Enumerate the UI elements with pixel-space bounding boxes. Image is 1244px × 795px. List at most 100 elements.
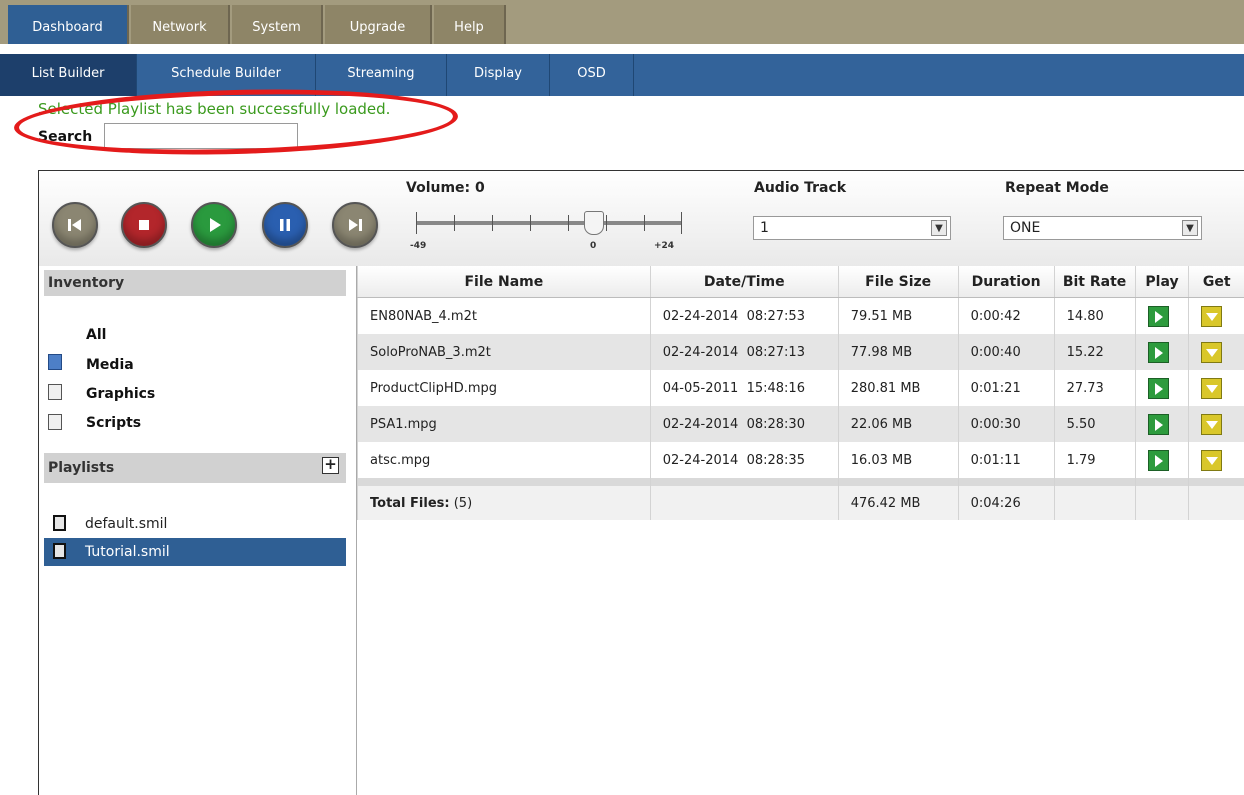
cell-empty — [649, 486, 839, 520]
column-header-bit-rate[interactable]: Bit Rate — [1053, 266, 1136, 298]
subtab-streaming[interactable]: Streaming — [316, 54, 447, 96]
table-row[interactable]: SoloProNAB_3.m2t 02-24-2014 08:27:13 77.… — [357, 334, 1244, 370]
chevron-down-icon[interactable]: ▼ — [931, 220, 947, 236]
inventory-item-scripts[interactable]: Scripts — [86, 415, 141, 431]
slider-tick — [416, 212, 417, 234]
tab-help[interactable]: Help — [434, 5, 506, 44]
cell-bit-rate: 27.73 — [1053, 370, 1136, 406]
cell-duration: 0:00:40 — [957, 334, 1055, 370]
stop-icon[interactable] — [121, 202, 167, 248]
table-row[interactable]: PSA1.mpg 02-24-2014 08:28:30 22.06 MB 0:… — [357, 406, 1244, 442]
playlists-header: Playlists — [44, 453, 346, 483]
cell-file-size: 280.81 MB — [837, 370, 959, 406]
cell-duration: 0:01:21 — [957, 370, 1055, 406]
volume-max-label: +24 — [654, 241, 675, 251]
cell-datetime: 02-24-2014 08:27:53 — [649, 297, 839, 334]
slider-tick — [568, 215, 569, 231]
cell-empty — [1053, 486, 1136, 520]
add-playlist-icon[interactable]: + — [322, 457, 339, 474]
cell-file-size: 79.51 MB — [837, 297, 959, 334]
volume-slider[interactable] — [416, 211, 682, 236]
cell-get — [1188, 370, 1244, 406]
total-files-count: (5) — [453, 495, 473, 511]
pause-icon[interactable] — [262, 202, 308, 248]
cell-play — [1134, 406, 1189, 442]
graphics-icon — [48, 384, 62, 400]
play-icon[interactable] — [1147, 413, 1169, 435]
cell-get — [1188, 406, 1244, 442]
subtab-osd[interactable]: OSD — [550, 54, 634, 96]
inventory-item-graphics[interactable]: Graphics — [86, 386, 155, 402]
cell-get — [1188, 297, 1244, 334]
column-header-get: Get — [1188, 266, 1244, 298]
cell-play — [1134, 297, 1189, 334]
audio-track-select[interactable]: 1 ▼ — [753, 216, 951, 240]
cell-bit-rate: 15.22 — [1053, 334, 1136, 370]
volume-min-label: -49 — [410, 241, 427, 251]
volume-mid-label: 0 — [590, 241, 597, 251]
column-header-file-size[interactable]: File Size — [837, 266, 959, 298]
cell-play — [1134, 334, 1189, 370]
column-header-duration[interactable]: Duration — [957, 266, 1055, 298]
cell-total-size: 476.42 MB — [837, 486, 959, 520]
tab-upgrade[interactable]: Upgrade — [325, 5, 432, 44]
previous-icon[interactable] — [52, 202, 98, 248]
slider-tick — [530, 215, 531, 231]
document-icon — [53, 515, 66, 531]
audio-track-label: Audio Track — [754, 180, 847, 196]
table-row[interactable]: EN80NAB_4.m2t 02-24-2014 08:27:53 79.51 … — [357, 297, 1244, 334]
play-icon[interactable] — [1147, 305, 1169, 327]
table-row[interactable]: ProductClipHD.mpg 04-05-2011 15:48:16 28… — [357, 370, 1244, 406]
cell-file-size: 77.98 MB — [837, 334, 959, 370]
playlist-item-label: default.smil — [85, 516, 168, 532]
cell-file-size: 22.06 MB — [837, 406, 959, 442]
tab-dashboard[interactable]: Dashboard — [8, 5, 129, 44]
inventory-item-all[interactable]: All — [86, 327, 106, 343]
audio-track-value: 1 — [760, 220, 769, 236]
play-icon[interactable] — [1147, 341, 1169, 363]
column-header-file-name[interactable]: File Name — [357, 266, 651, 298]
cell-file-name: ProductClipHD.mpg — [357, 370, 651, 406]
repeat-mode-select[interactable]: ONE ▼ — [1003, 216, 1202, 240]
cell-total-duration: 0:04:26 — [957, 486, 1055, 520]
next-icon[interactable] — [332, 202, 378, 248]
cell-get — [1188, 334, 1244, 370]
cell-empty — [1188, 486, 1244, 520]
play-icon[interactable] — [1147, 377, 1169, 399]
cell-bit-rate: 1.79 — [1053, 442, 1136, 478]
download-icon[interactable] — [1201, 413, 1223, 435]
download-icon[interactable] — [1201, 305, 1223, 327]
scripts-icon — [48, 414, 62, 430]
volume-label: Volume: 0 — [406, 180, 485, 196]
table-separator — [357, 478, 1244, 486]
subtab-display[interactable]: Display — [447, 54, 550, 96]
repeat-mode-label: Repeat Mode — [1005, 180, 1109, 196]
cell-get — [1188, 442, 1244, 478]
document-icon — [53, 543, 66, 559]
download-icon[interactable] — [1201, 449, 1223, 471]
play-icon[interactable] — [191, 202, 237, 248]
download-icon[interactable] — [1201, 377, 1223, 399]
tab-network[interactable]: Network — [131, 5, 230, 44]
slider-tick — [644, 215, 645, 231]
cell-play — [1134, 370, 1189, 406]
play-icon[interactable] — [1147, 449, 1169, 471]
cell-datetime: 02-24-2014 08:28:30 — [649, 406, 839, 442]
inventory-header: Inventory — [44, 270, 346, 296]
download-icon[interactable] — [1201, 341, 1223, 363]
volume-thumb[interactable] — [584, 211, 604, 235]
cell-file-name: PSA1.mpg — [357, 406, 651, 442]
cell-duration: 0:00:42 — [957, 297, 1055, 334]
playlist-item[interactable]: default.smil — [44, 510, 346, 538]
column-header-play: Play — [1134, 266, 1189, 298]
table-row[interactable]: atsc.mpg 02-24-2014 08:28:35 16.03 MB 0:… — [357, 442, 1244, 478]
chevron-down-icon[interactable]: ▼ — [1182, 220, 1198, 236]
tab-system[interactable]: System — [232, 5, 323, 44]
total-files-label: Total Files: — [370, 495, 450, 511]
inventory-item-media[interactable]: Media — [86, 357, 134, 373]
subtab-list-builder[interactable]: List Builder — [0, 54, 137, 96]
cell-datetime: 02-24-2014 08:28:35 — [649, 442, 839, 478]
column-header-datetime[interactable]: Date/Time — [649, 266, 839, 298]
cell-file-name: SoloProNAB_3.m2t — [357, 334, 651, 370]
playlist-item-selected[interactable]: Tutorial.smil — [44, 538, 346, 566]
